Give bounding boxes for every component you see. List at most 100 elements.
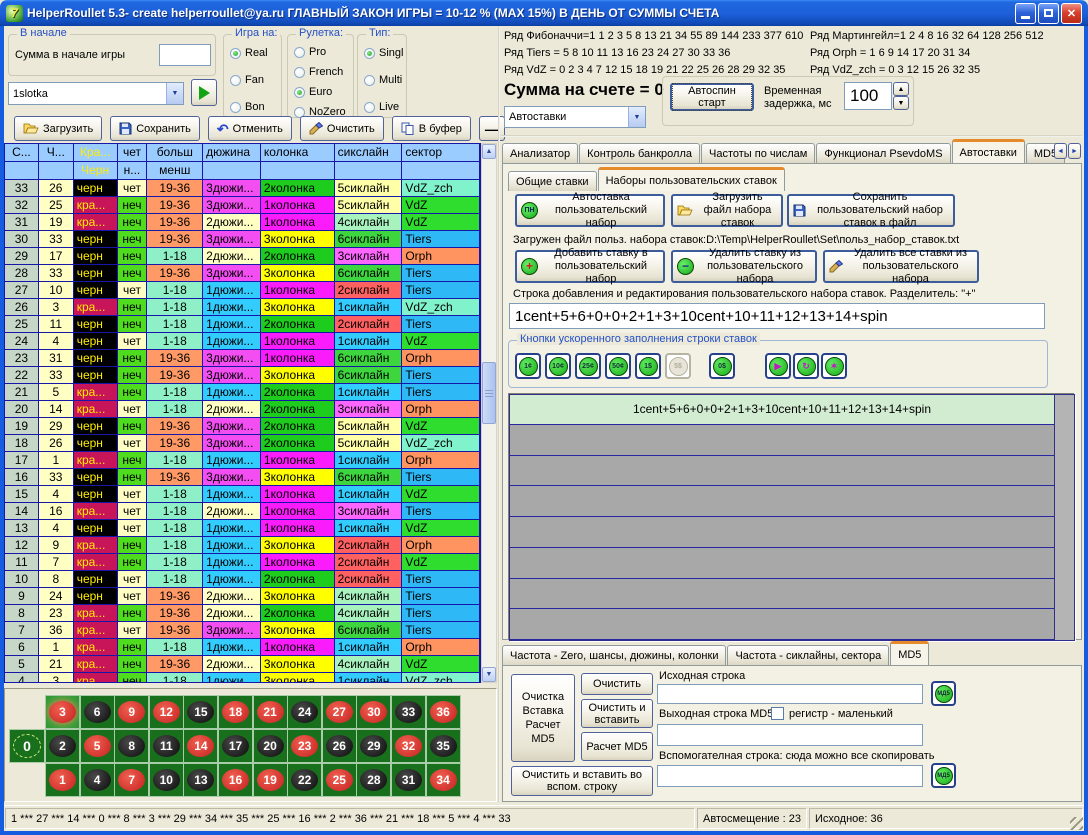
table-row[interactable]: 1929черннеч19-363дюжи...2колонка5сиклайн… xyxy=(5,418,480,435)
board-cell-18[interactable]: 18 xyxy=(218,695,253,729)
tab-частоты-по-числам[interactable]: Частоты по числам xyxy=(701,143,815,163)
minus-chip-action-button[interactable]: −Удалить ставку из пользовательского наб… xyxy=(671,250,817,283)
table-row[interactable]: 263кра...неч1-181дюжи...3колонка1сиклайн… xyxy=(5,299,480,316)
scrollbar-thumb[interactable] xyxy=(482,362,496,424)
scroll-up-icon[interactable]: ▲ xyxy=(482,144,496,159)
board-cell-17[interactable]: 17 xyxy=(218,729,253,763)
bets-list-row[interactable] xyxy=(510,456,1054,487)
table-row[interactable]: 43кра...неч1-181дюжи...3колонка1сиклайнV… xyxy=(5,673,480,683)
bets-list[interactable]: 1cent+5+6+0+0+2+1+3+10cent+10+11+12+13+1… xyxy=(509,394,1075,641)
table-scrollbar[interactable]: ▲ ▼ xyxy=(481,143,497,683)
repeat-chip-button[interactable]: ↻ xyxy=(793,353,819,379)
table-row[interactable]: 3225кра...неч19-363дюжи...1колонка5сикла… xyxy=(5,197,480,214)
open-folder-action-button[interactable]: Загрузить файл набора ставок xyxy=(671,194,783,227)
table-row[interactable]: 2833черннеч19-363дюжи...3колонка6сиклайн… xyxy=(5,265,480,282)
chip-1c-button[interactable]: 1¢ xyxy=(515,353,541,379)
table-row[interactable]: 1826чернчет19-363дюжи...2колонка5сиклайн… xyxy=(5,435,480,452)
tab-контроль-банкролла[interactable]: Контроль банкролла xyxy=(579,143,700,163)
tab-анализатор[interactable]: Анализатор xyxy=(502,143,578,163)
table-row[interactable]: 3326чернчет19-363дюжи...2колонка5сиклайн… xyxy=(5,180,480,197)
board-cell-27[interactable]: 27 xyxy=(322,695,357,729)
board-cell-33[interactable]: 33 xyxy=(391,695,426,729)
board-cell-34[interactable]: 34 xyxy=(426,763,461,797)
md5-aux-input[interactable] xyxy=(657,765,923,787)
board-cell-28[interactable]: 28 xyxy=(356,763,391,797)
board-cell-22[interactable]: 22 xyxy=(287,763,322,797)
board-cell-35[interactable]: 35 xyxy=(426,729,461,763)
table-row[interactable]: 154чернчет1-181дюжи...1колонка1сиклайнVd… xyxy=(5,486,480,503)
board-cell-12[interactable]: 12 xyxy=(149,695,184,729)
tabs-scroll-left-icon[interactable]: ◄ xyxy=(1054,143,1067,159)
board-cell-21[interactable]: 21 xyxy=(253,695,288,729)
radio-bon[interactable]: Bon xyxy=(230,101,265,113)
board-cell-4[interactable]: 4 xyxy=(80,763,115,797)
table-row[interactable]: 1633черннеч19-363дюжи...3колонка6сиклайн… xyxy=(5,469,480,486)
chip-0d-button[interactable]: 0$ xyxy=(709,353,735,379)
board-cell-11[interactable]: 11 xyxy=(149,729,184,763)
chip-10c-button[interactable]: 10¢ xyxy=(545,353,571,379)
table-row[interactable]: 2233черннеч19-363дюжи...3колонка6сиклайн… xyxy=(5,367,480,384)
resize-grip[interactable] xyxy=(1070,817,1083,830)
md5-clear-and-paste-button[interactable]: Очистить и вставить xyxy=(581,699,653,728)
radio-french[interactable]: French xyxy=(294,66,343,78)
tab-функционал-psevdoms[interactable]: Функционал PsevdoMS xyxy=(816,143,950,163)
radio-real[interactable]: Real xyxy=(230,47,268,59)
delay-value[interactable]: 100 xyxy=(844,82,892,110)
table-row[interactable]: 3119кра...неч19-362дюжи...1колонка4сикла… xyxy=(5,214,480,231)
tab-общие-ставки[interactable]: Общие ставки xyxy=(508,171,597,191)
table-row[interactable]: 117кра...неч1-181дюжи...1колонка2сиклайн… xyxy=(5,554,480,571)
board-cell-10[interactable]: 10 xyxy=(149,763,184,797)
chevron-down-icon[interactable]: ▼ xyxy=(166,83,183,104)
tab-наборы-пользовательских-ставок[interactable]: Наборы пользовательских ставок xyxy=(598,167,785,191)
md5-clear-paste-calc-button[interactable]: Очистка Вставка Расчет MD5 xyxy=(511,674,575,762)
tab-частота-сиклайны-сектора[interactable]: Частота - сиклайны, сектора xyxy=(727,645,889,665)
toolbar-open-folder-button[interactable]: Загрузить xyxy=(14,116,102,141)
board-cell-0[interactable]: 0 xyxy=(9,729,45,763)
spinner-up-icon[interactable]: ▲ xyxy=(893,82,909,96)
spins-table[interactable]: С...Ч...Кра...четбольшдюжинаколонкасиксл… xyxy=(4,143,481,683)
md5-clear-paste-aux-button[interactable]: Очистить и вставить во вспом. строку xyxy=(511,766,653,796)
md5-output-input[interactable] xyxy=(657,724,923,746)
board-cell-5[interactable]: 5 xyxy=(80,729,115,763)
bets-list-row[interactable] xyxy=(510,579,1054,610)
board-cell-8[interactable]: 8 xyxy=(114,729,149,763)
table-row[interactable]: 61кра...неч1-181дюжи...1колонка1сиклайнO… xyxy=(5,639,480,656)
board-cell-15[interactable]: 15 xyxy=(183,695,218,729)
table-row[interactable]: 108чернчет1-181дюжи...2колонка2сиклайнTi… xyxy=(5,571,480,588)
brush-action-button[interactable]: Удалить все ставки из пользовательского … xyxy=(823,250,979,283)
board-cell-31[interactable]: 31 xyxy=(391,763,426,797)
board-cell-14[interactable]: 14 xyxy=(183,729,218,763)
lowercase-checkbox[interactable] xyxy=(771,707,784,720)
play-button[interactable] xyxy=(191,79,217,106)
board-cell-7[interactable]: 7 xyxy=(114,763,149,797)
swirl-chip-button[interactable]: ✶ xyxy=(821,353,847,379)
table-row[interactable]: 2511черннеч1-181дюжи...2колонка2сиклайнT… xyxy=(5,316,480,333)
bets-list-row[interactable] xyxy=(510,517,1054,548)
md5-source-input[interactable] xyxy=(657,684,923,704)
bets-list-row[interactable] xyxy=(510,486,1054,517)
play-chip-button[interactable]: ▶ xyxy=(765,353,791,379)
tab-md5[interactable]: MD5 xyxy=(890,641,929,665)
board-cell-13[interactable]: 13 xyxy=(183,763,218,797)
radio-pro[interactable]: Pro xyxy=(294,46,326,58)
board-cell-23[interactable]: 23 xyxy=(287,729,322,763)
table-row[interactable]: 171кра...неч1-181дюжи...1колонка1сиклайн… xyxy=(5,452,480,469)
table-row[interactable]: 2014кра...чет1-182дюжи...2колонка3сиклай… xyxy=(5,401,480,418)
toolbar-brush-button[interactable]: Очистить xyxy=(300,116,384,141)
table-row[interactable]: 736кра...чет19-363дюжи...3колонка6сиклай… xyxy=(5,622,480,639)
autospin-start-button[interactable]: Автоспин старт xyxy=(670,83,754,111)
table-row[interactable]: 215кра...неч1-181дюжи...2колонка1сиклайн… xyxy=(5,384,480,401)
radio-multi[interactable]: Multi xyxy=(364,74,402,86)
toolbar-copy-button[interactable]: В буфер xyxy=(392,116,471,141)
md5-calc-icon-button[interactable]: МД5 xyxy=(931,681,956,706)
table-row[interactable]: 2710чернчет1-181дюжи...1колонка2сиклайнT… xyxy=(5,282,480,299)
md5-clear-button[interactable]: Очистить xyxy=(581,673,653,695)
tab-автоставки[interactable]: Автоставки xyxy=(952,139,1025,163)
board-cell-1[interactable]: 1 xyxy=(45,763,80,797)
tabs-scroll-right-icon[interactable]: ► xyxy=(1068,143,1081,159)
table-row[interactable]: 1416кра...чет1-182дюжи...1колонка3сиклай… xyxy=(5,503,480,520)
minimize-button[interactable] xyxy=(1015,3,1036,24)
board-cell-32[interactable]: 32 xyxy=(391,729,426,763)
board-cell-6[interactable]: 6 xyxy=(80,695,115,729)
bets-list-row[interactable] xyxy=(510,548,1054,579)
